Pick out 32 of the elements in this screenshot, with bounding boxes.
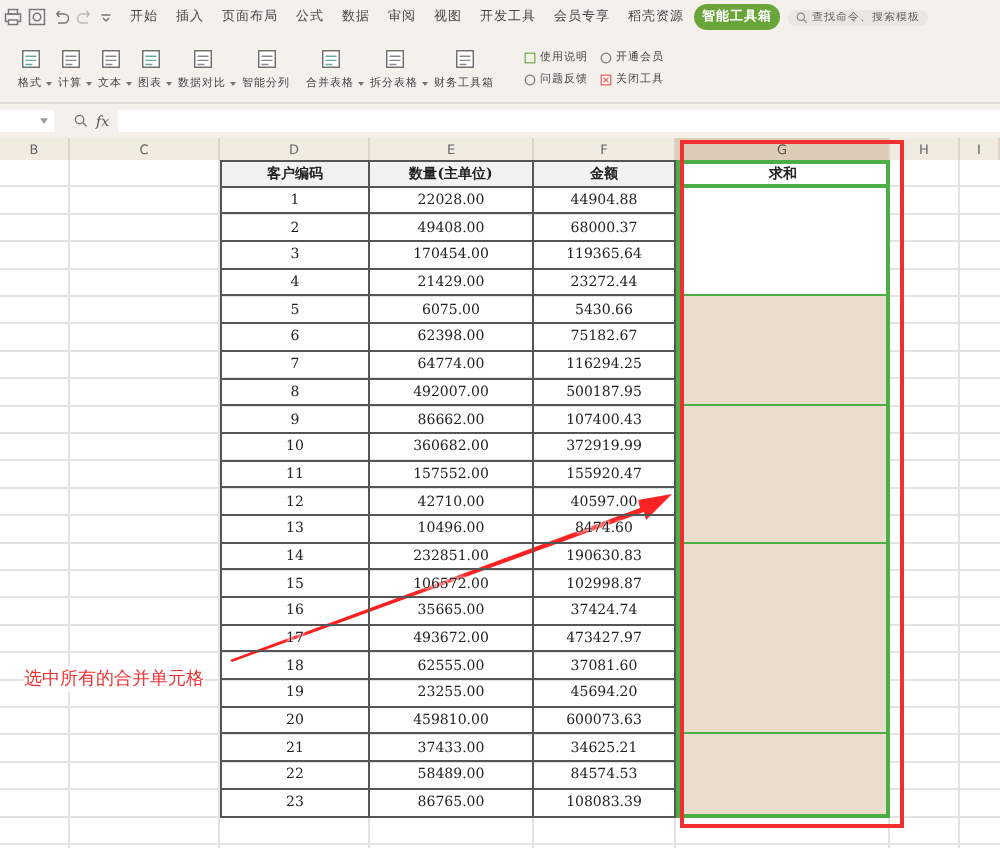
tool-icon [255,47,277,69]
tool-icon [319,47,341,69]
tool-icon [383,47,405,69]
tool-icon [453,47,475,69]
tool-icon [139,47,161,69]
merged-cell[interactable] [676,543,890,735]
merged-cell[interactable] [676,187,890,297]
caret-icon [230,81,236,85]
annotation-text: 选中所有的合并单元格 [24,666,204,692]
tool-icon [59,47,81,69]
name-box[interactable] [0,110,54,132]
merged-cell[interactable] [676,406,890,544]
caret-icon [422,81,428,85]
merged-cell[interactable] [676,296,890,407]
merged-cell[interactable] [676,734,890,817]
tool-icon [99,47,121,69]
print-icon[interactable] [4,8,22,26]
more-icon[interactable] [100,11,112,23]
zoom-icon[interactable] [74,114,88,128]
undo-icon[interactable] [52,8,70,26]
caret-icon [358,81,364,85]
print-preview-icon[interactable] [28,8,46,26]
caret-icon [166,81,172,85]
tool-icon [191,47,213,69]
caret-icon [46,81,52,85]
redo-icon[interactable] [76,8,94,26]
caret-icon [126,81,132,85]
caret-icon [86,81,92,85]
search-icon [796,11,808,23]
tool-icon [19,47,41,69]
caret-icon [40,118,48,124]
close-icon [600,73,612,85]
